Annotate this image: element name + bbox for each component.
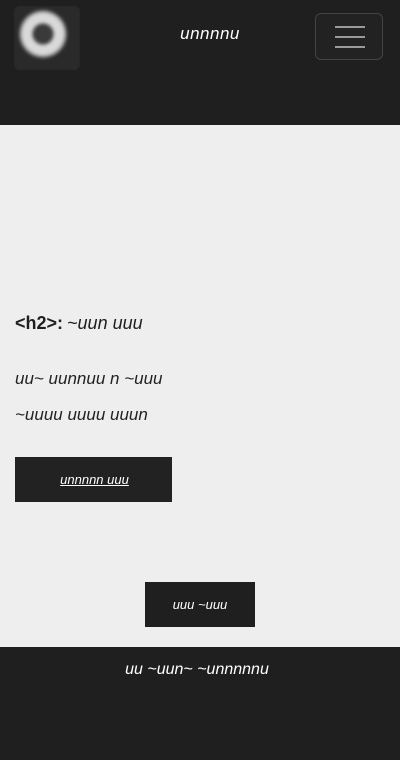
site-title[interactable]: unnnnu — [120, 24, 300, 44]
circle-logo-icon — [19, 10, 67, 58]
paragraph-line: uu~ uunnuu n ~uuu — [15, 369, 163, 388]
paragraph-line: ~uuuu uuuu uuun — [15, 405, 148, 424]
secondary-action-button[interactable]: uuu ~uuu — [145, 582, 255, 627]
menu-toggle-button[interactable] — [315, 13, 383, 60]
hamburger-icon — [335, 26, 365, 48]
site-footer: uu ~uun~ ~unnnnnu — [0, 647, 400, 760]
hamburger-bar — [335, 36, 365, 38]
site-header: unnnnu — [0, 0, 400, 125]
hamburger-bar — [335, 26, 365, 28]
hamburger-bar — [335, 46, 365, 48]
main-content: <h2>: ~uun uuu uu~ uunnuu n ~uuu ~uuuu uu… — [0, 125, 400, 647]
primary-action-button[interactable]: unnnnn uuu — [15, 457, 172, 502]
intro-paragraph: uu~ uunnuu n ~uuu ~uuuu uuuu uuun — [15, 361, 315, 433]
logo[interactable] — [14, 6, 80, 70]
primary-action-label: unnnnn uuu — [60, 472, 129, 487]
footer-label: uu ~uun~ ~unnnnnu — [125, 661, 269, 678]
section-heading: <h2>: ~uun uuu — [15, 313, 143, 334]
heading-tag: <h2>: — [15, 313, 64, 333]
footer-text: uu ~uun~ ~unnnnnu — [0, 661, 400, 679]
heading-text: ~uun uuu — [67, 313, 143, 333]
